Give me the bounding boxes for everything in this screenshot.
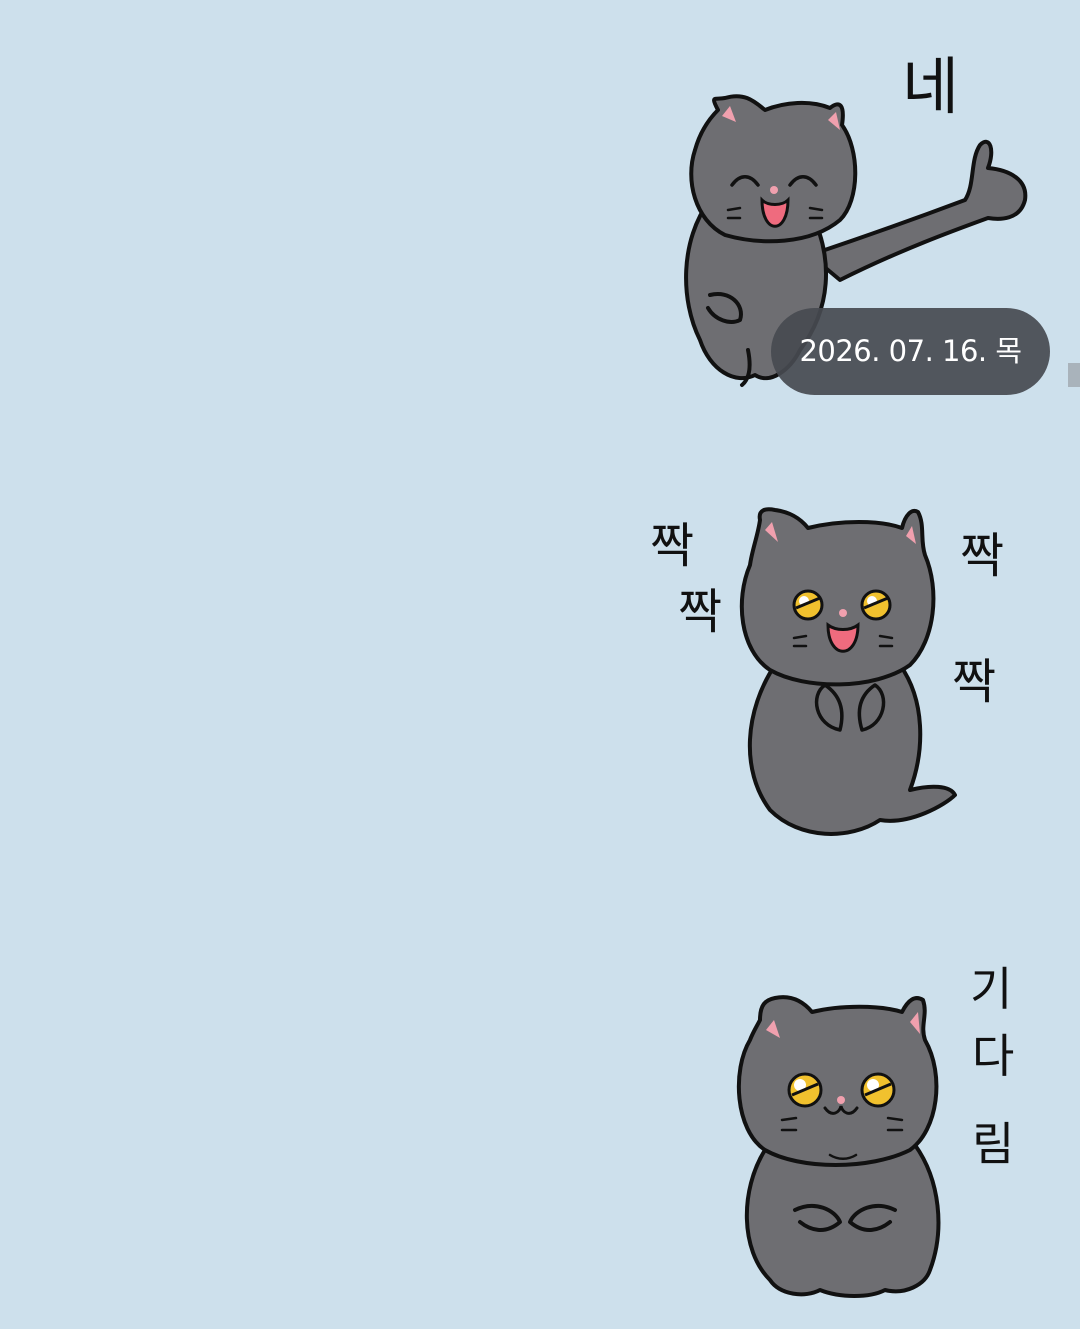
cat-waiting-sticker: 기 다 림 (736, 962, 1014, 1298)
sticker-caption-jjak-2: 짝 (678, 584, 722, 640)
date-divider: 2026. 07. 16. 목 (771, 308, 1050, 395)
sticker-caption-ne: 네 (902, 50, 959, 123)
chat-room: 네 2026. 07. 16. 목 짝 짝 짝 짝 기 다 림 (0, 0, 1080, 1329)
sticker-caption-jjak-1: 짝 (650, 518, 694, 574)
sticker-caption-jjak-3: 짝 (960, 528, 1004, 584)
sticker-caption-jjak-4: 짝 (952, 654, 996, 710)
sticker-message-clapping[interactable]: 짝 짝 짝 짝 (640, 500, 1040, 850)
sticker-caption-gi: 기 (970, 962, 1012, 1016)
scrollbar-handle[interactable] (1068, 363, 1080, 387)
sticker-message-waiting[interactable]: 기 다 림 (720, 960, 1040, 1305)
sticker-caption-da: 다 (972, 1029, 1014, 1083)
sticker-caption-rim: 림 (972, 1117, 1014, 1171)
cat-clapping-sticker: 짝 짝 짝 짝 (650, 507, 1004, 836)
